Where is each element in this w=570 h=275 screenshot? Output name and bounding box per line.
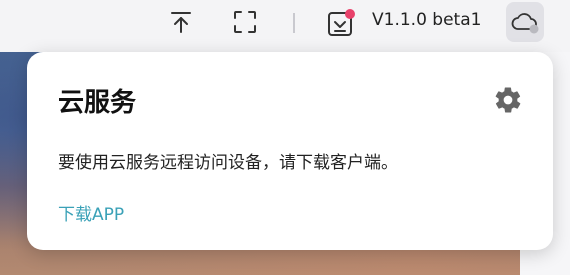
popover-message: 要使用云服务远程访问设备，请下载客户端。 <box>58 153 398 173</box>
cloud-service-button[interactable] <box>506 2 544 42</box>
cloud-icon <box>511 13 539 34</box>
pin-top-icon <box>171 12 191 33</box>
cloud-service-popover: 云服务 要使用云服务远程访问设备，请下载客户端。 下载APP <box>27 52 553 250</box>
notification-dot <box>345 9 355 19</box>
toolbar-divider <box>293 13 295 33</box>
fullscreen-icon <box>234 11 256 33</box>
download-app-link[interactable]: 下载APP <box>58 200 124 225</box>
pin-top-button[interactable] <box>165 6 197 38</box>
status-dot <box>529 24 539 34</box>
download-notification-icon <box>328 9 355 36</box>
fullscreen-button[interactable] <box>229 6 261 38</box>
download-notification-button[interactable] <box>325 6 357 38</box>
version-label: V1.1.0 beta1 <box>372 10 482 30</box>
gear-icon[interactable] <box>493 85 523 115</box>
top-toolbar <box>0 0 570 52</box>
popover-title: 云服务 <box>58 88 137 118</box>
